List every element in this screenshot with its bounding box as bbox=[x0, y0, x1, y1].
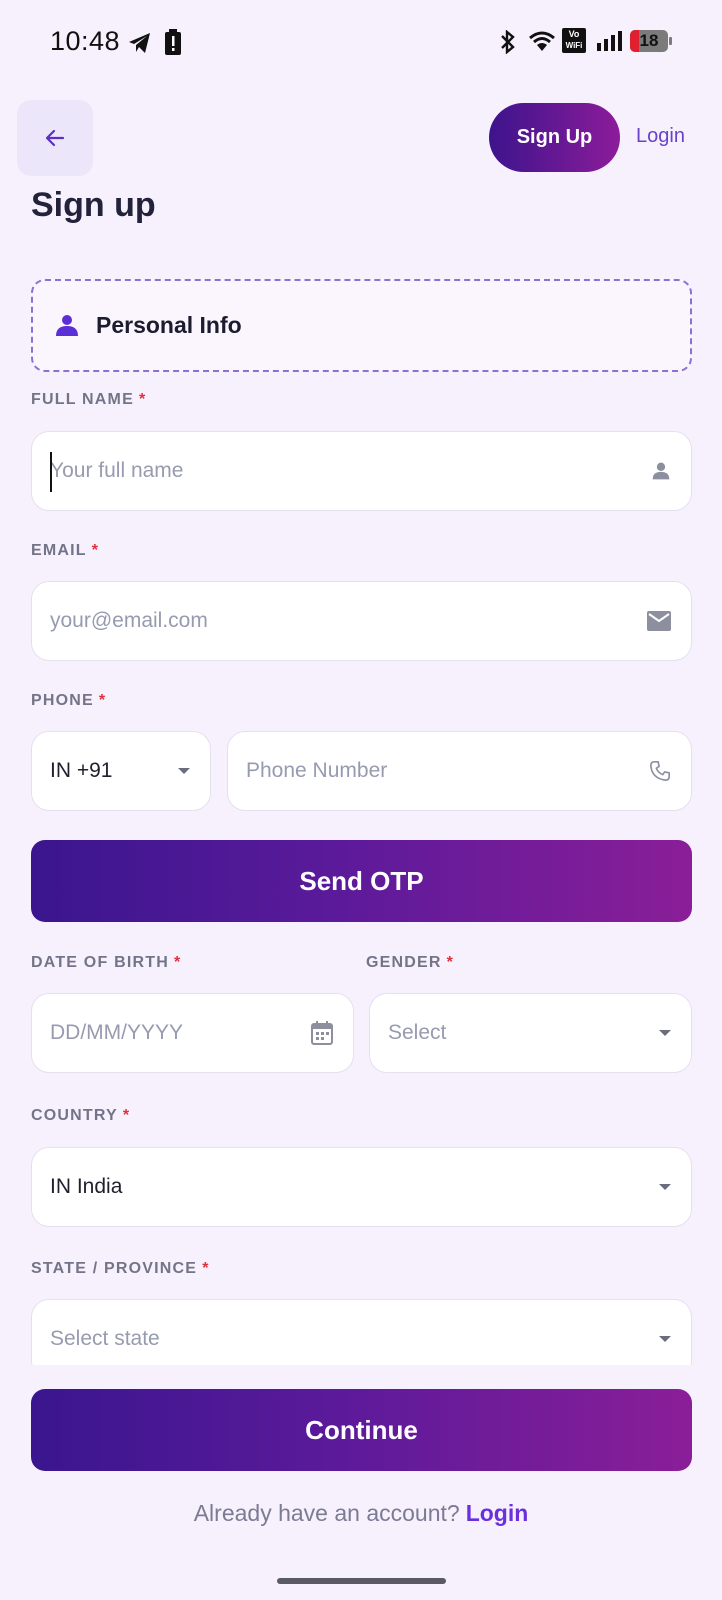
bluetooth-icon bbox=[499, 29, 517, 59]
continue-button[interactable]: Continue bbox=[31, 1389, 692, 1471]
status-time: 10:48 bbox=[50, 26, 121, 56]
signal-icon bbox=[597, 31, 623, 56]
country-select[interactable]: IN India bbox=[31, 1147, 692, 1227]
battery-level: 18 bbox=[639, 31, 659, 50]
already-account-text: Already have an account? bbox=[193, 1500, 460, 1526]
country-value: IN India bbox=[50, 1175, 123, 1198]
person-icon bbox=[55, 313, 79, 342]
back-button[interactable] bbox=[17, 100, 93, 176]
email-input[interactable]: your@email.com bbox=[31, 581, 692, 661]
gender-label: GENDER * bbox=[366, 954, 455, 971]
person-icon bbox=[651, 461, 671, 481]
full-name-input[interactable]: Your full name bbox=[31, 431, 692, 511]
vowifi-icon: Vo WiFi bbox=[562, 28, 586, 53]
alert-battery-icon bbox=[165, 29, 181, 60]
mail-icon bbox=[647, 611, 671, 631]
section-title: Personal Info bbox=[96, 312, 242, 338]
battery-icon: 18 bbox=[630, 30, 668, 52]
calendar-icon bbox=[311, 1021, 333, 1045]
phone-icon bbox=[649, 760, 671, 782]
send-otp-button[interactable]: Send OTP bbox=[31, 840, 692, 922]
wifi-icon bbox=[529, 30, 555, 57]
email-label: EMAIL * bbox=[31, 542, 100, 559]
phone-placeholder: Phone Number bbox=[246, 759, 388, 782]
full-name-placeholder: Your full name bbox=[50, 459, 184, 482]
country-label: COUNTRY * bbox=[31, 1107, 131, 1124]
personal-info-section: Personal Info bbox=[31, 279, 692, 372]
signup-tab-button[interactable]: Sign Up bbox=[489, 103, 620, 172]
country-code-value: IN +91 bbox=[50, 759, 113, 782]
full-name-label: FULL NAME * bbox=[31, 391, 147, 408]
login-tab-link[interactable]: Login bbox=[636, 125, 685, 148]
dropdown-arrow-icon bbox=[178, 768, 190, 774]
home-indicator[interactable] bbox=[277, 1578, 446, 1584]
telegram-icon bbox=[128, 32, 152, 59]
phone-label: PHONE * bbox=[31, 692, 107, 709]
phone-number-input[interactable]: Phone Number bbox=[227, 731, 692, 811]
dob-input[interactable]: DD/MM/YYYY bbox=[31, 993, 354, 1073]
country-code-select[interactable]: IN +91 bbox=[31, 731, 211, 811]
email-placeholder: your@email.com bbox=[50, 609, 208, 632]
dob-label: DATE OF BIRTH * bbox=[31, 954, 182, 971]
text-cursor bbox=[50, 452, 52, 492]
dropdown-arrow-icon bbox=[659, 1030, 671, 1036]
bottom-login-link[interactable]: Login bbox=[466, 1500, 529, 1526]
gender-placeholder: Select bbox=[388, 1021, 447, 1044]
page-title: Sign up bbox=[31, 186, 156, 224]
state-label: STATE / PROVINCE * bbox=[31, 1260, 210, 1277]
login-prompt: Already have an account? Login bbox=[0, 1500, 722, 1527]
arrow-left-icon bbox=[45, 129, 65, 147]
battery-tip bbox=[669, 37, 672, 45]
gender-select[interactable]: Select bbox=[369, 993, 692, 1073]
dropdown-arrow-icon bbox=[659, 1184, 671, 1190]
dob-placeholder: DD/MM/YYYY bbox=[50, 1021, 184, 1044]
status-bar: 10:48 Vo WiFi 18 bbox=[0, 0, 722, 86]
dropdown-arrow-icon bbox=[659, 1336, 671, 1342]
